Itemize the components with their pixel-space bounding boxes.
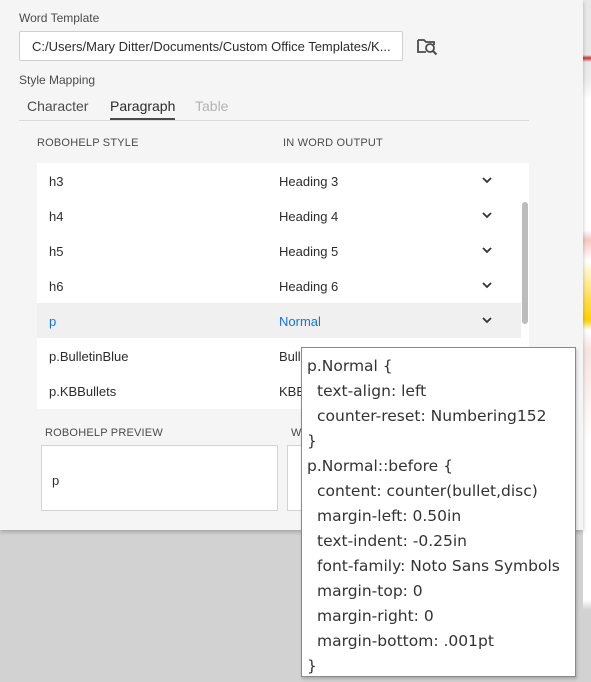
robohelp-style-name: p.BulletinBlue bbox=[49, 349, 129, 364]
tooltip-line: font-family: Noto Sans Symbols bbox=[317, 557, 560, 575]
robohelp-style-name: h5 bbox=[49, 244, 64, 259]
tooltip-line: } bbox=[307, 657, 317, 675]
mapping-row-h6[interactable]: h6 Heading 6 bbox=[37, 268, 521, 303]
word-template-label: Word Template bbox=[19, 11, 100, 25]
mapping-table-header: ROBOHELP STYLE IN WORD OUTPUT bbox=[37, 137, 517, 151]
mapping-row-p[interactable]: p Normal bbox=[37, 303, 521, 338]
robohelp-style-name: h6 bbox=[49, 279, 64, 294]
mapping-row-h4[interactable]: h4 Heading 4 bbox=[37, 198, 521, 233]
tooltip-line: p.Normal::before { bbox=[307, 457, 453, 475]
col-robohelp-style: ROBOHELP STYLE bbox=[37, 137, 139, 149]
tooltip-line: margin-right: 0 bbox=[317, 607, 434, 625]
mapping-row-h3[interactable]: h3 Heading 3 bbox=[37, 163, 521, 198]
word-style-value: Heading 4 bbox=[279, 209, 339, 224]
chevron-down-icon[interactable] bbox=[481, 210, 493, 220]
robohelp-style-name: h3 bbox=[49, 174, 64, 189]
chevron-down-icon[interactable] bbox=[481, 175, 493, 185]
style-mapping-label: Style Mapping bbox=[19, 73, 96, 87]
tooltip-line: } bbox=[307, 432, 317, 450]
robohelp-preview-box: p bbox=[41, 445, 278, 511]
style-mapping-tabs: Character Paragraph Table bbox=[19, 97, 529, 121]
tooltip-line: p.Normal { bbox=[307, 357, 393, 375]
background-app-strip bbox=[583, 0, 591, 682]
style-css-tooltip: p.Normal { text-align: left counter-rese… bbox=[301, 347, 576, 677]
robohelp-style-name: p.KBBullets bbox=[49, 384, 117, 399]
word-style-value: Heading 5 bbox=[279, 244, 339, 259]
word-preview-label: W bbox=[291, 427, 302, 439]
list-scrollbar[interactable] bbox=[522, 202, 528, 324]
robohelp-style-name: h4 bbox=[49, 209, 64, 224]
tab-paragraph[interactable]: Paragraph bbox=[110, 98, 176, 120]
word-style-value: Normal bbox=[279, 314, 321, 329]
word-style-value: Bull bbox=[279, 349, 301, 364]
col-in-word-output: IN WORD OUTPUT bbox=[283, 137, 383, 149]
tooltip-line: margin-top: 0 bbox=[317, 582, 423, 600]
tooltip-line: text-align: left bbox=[317, 382, 427, 400]
mapping-row-h5[interactable]: h5 Heading 5 bbox=[37, 233, 521, 268]
chevron-down-icon[interactable] bbox=[481, 280, 493, 290]
tooltip-line: margin-bottom: .001pt bbox=[317, 632, 494, 650]
chevron-down-icon[interactable] bbox=[481, 315, 493, 325]
tooltip-line: counter-reset: Numbering152 bbox=[317, 407, 547, 425]
word-style-value: Heading 6 bbox=[279, 279, 339, 294]
browse-folder-icon[interactable] bbox=[416, 36, 438, 56]
chevron-down-icon[interactable] bbox=[481, 245, 493, 255]
robohelp-preview-text: p bbox=[52, 473, 60, 488]
tooltip-line: content: counter(bullet,disc) bbox=[317, 482, 538, 500]
tab-character[interactable]: Character bbox=[27, 98, 88, 118]
word-template-path-field[interactable]: C:/Users/Mary Ditter/Documents/Custom Of… bbox=[19, 31, 403, 61]
robohelp-preview-label: ROBOHELP PREVIEW bbox=[45, 427, 163, 439]
robohelp-style-name: p bbox=[49, 314, 57, 329]
tooltip-line: text-indent: -0.25in bbox=[317, 532, 467, 550]
tab-table: Table bbox=[195, 98, 229, 114]
word-style-value: Heading 3 bbox=[279, 174, 339, 189]
tooltip-line: margin-left: 0.50in bbox=[317, 507, 462, 525]
